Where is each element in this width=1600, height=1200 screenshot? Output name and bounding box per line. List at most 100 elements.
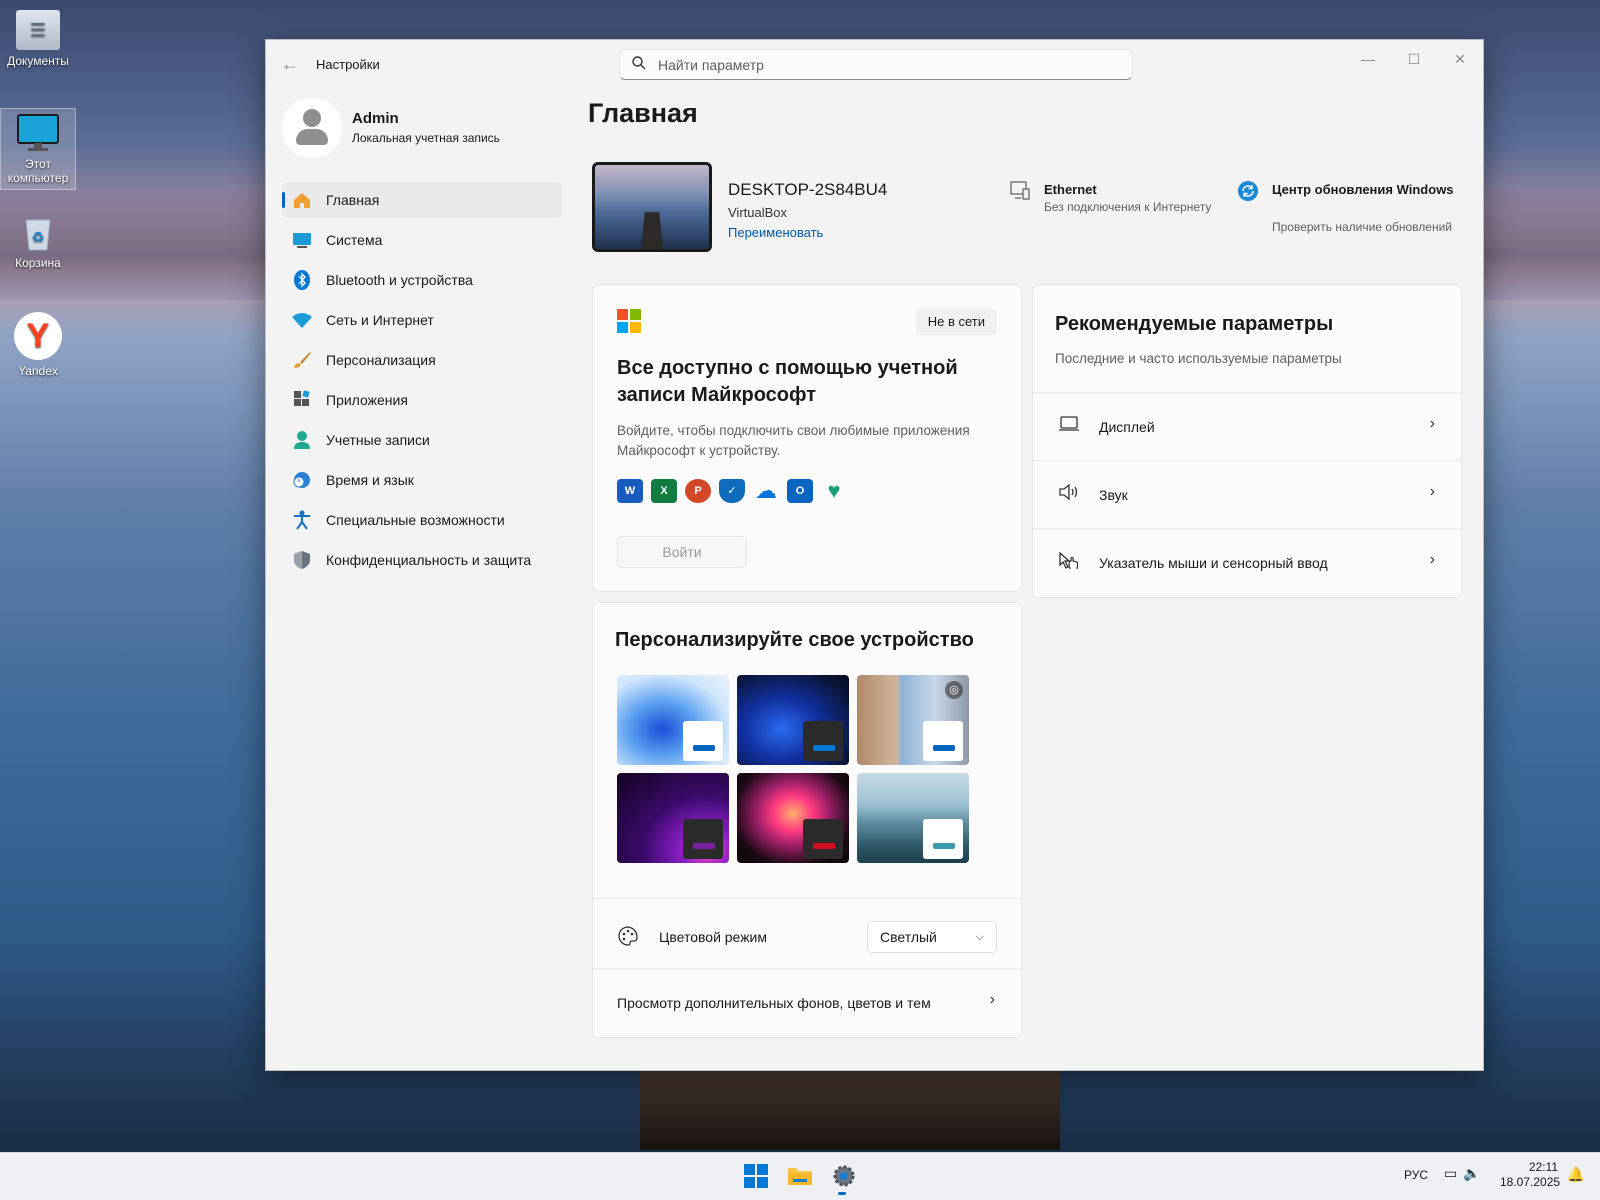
sidebar-item-home[interactable]: Главная	[282, 182, 562, 218]
recommended-settings-card: Рекомендуемые параметры Последние и част…	[1032, 284, 1462, 598]
chevron-right-icon: ›	[1429, 551, 1435, 568]
desktop-icon-label: Этот компьютер	[7, 157, 69, 185]
chevron-down-icon: ⌵	[975, 931, 984, 943]
sidebar-item-label: Сеть и Интернет	[326, 312, 434, 328]
sidebar-item-bluetooth[interactable]: Bluetooth и устройства	[282, 262, 562, 298]
system-tray[interactable]: ▭🔈	[1444, 1165, 1487, 1182]
desktop-icon-recycle-bin[interactable]: ♻ Корзина	[0, 212, 76, 270]
gear-icon	[833, 1165, 855, 1187]
avatar-head	[303, 109, 321, 127]
theme-windows-dark[interactable]	[737, 675, 849, 765]
sidebar-item-network[interactable]: Сеть и Интернет	[282, 302, 562, 338]
notification-bell-icon[interactable]: 🔔	[1567, 1166, 1584, 1183]
outlook-icon: O	[787, 479, 813, 503]
recommended-subtitle: Последние и часто используемые параметры	[1055, 351, 1342, 366]
ethernet-icon	[1008, 180, 1032, 204]
theme-preview-window	[803, 721, 843, 761]
input-language[interactable]: РУС	[1404, 1168, 1428, 1182]
volume-tray-icon[interactable]: 🔈	[1463, 1165, 1486, 1181]
network-status[interactable]: Ethernet Без подключения к Интернету	[1008, 180, 1228, 230]
theme-glow[interactable]	[617, 773, 729, 863]
signin-button[interactable]: Войти	[617, 536, 747, 568]
desktop-icon-documents[interactable]: ☰ Документы	[0, 10, 76, 68]
documents-folder-icon: ☰	[16, 10, 60, 50]
desktop-icon-label: Корзина	[15, 256, 61, 270]
powerpoint-icon: P	[685, 479, 711, 503]
maximize-icon[interactable]: ☐	[1391, 44, 1437, 74]
more-themes-link: Просмотр дополнительных фонов, цветов и …	[617, 995, 931, 1011]
theme-captured-motion[interactable]	[737, 773, 849, 863]
recommended-item-display[interactable]: Дисплей ›	[1033, 392, 1461, 460]
home-icon	[292, 190, 312, 210]
more-themes-row[interactable]: Просмотр дополнительных фонов, цветов и …	[593, 969, 1021, 1038]
sync-icon	[1236, 180, 1260, 204]
accessibility-icon	[292, 510, 312, 530]
sidebar-item-privacy[interactable]: Конфиденциальность и защита	[282, 542, 562, 578]
update-subtitle: Проверить наличие обновлений	[1272, 220, 1452, 234]
minimize-icon[interactable]: —	[1345, 44, 1391, 74]
family-icon: ♥	[827, 478, 841, 503]
divider	[593, 898, 1021, 899]
personalize-heading: Персонализируйте свое устройство	[615, 629, 974, 651]
sidebar-item-time-language[interactable]: Время и язык	[282, 462, 562, 498]
wifi-icon	[292, 310, 312, 330]
sidebar-item-label: Главная	[326, 192, 380, 208]
sidebar-item-system[interactable]: Система	[282, 222, 562, 258]
chevron-right-icon: ›	[1429, 483, 1435, 500]
ms-app-icons: W X P ✓ ☁ O ♥	[617, 479, 855, 503]
user-profile[interactable]: Admin Локальная учетная запись	[282, 98, 552, 160]
search-box[interactable]	[619, 49, 1133, 80]
desktop-icon-this-pc[interactable]: Этот компьютер	[0, 108, 76, 190]
theme-windows-light[interactable]	[617, 675, 729, 765]
recommended-heading: Рекомендуемые параметры	[1055, 313, 1334, 335]
sidebar-item-personalization[interactable]: Персонализация	[282, 342, 562, 378]
this-pc-icon	[16, 113, 60, 153]
bluetooth-icon	[292, 270, 312, 290]
brush-icon	[292, 350, 312, 370]
theme-flow[interactable]	[857, 773, 969, 863]
time-language-icon	[292, 470, 312, 490]
file-explorer-taskbar-button[interactable]	[784, 1160, 816, 1192]
theme-spotlight[interactable]: ◎	[857, 675, 969, 765]
sidebar-item-accounts[interactable]: Учетные записи	[282, 422, 562, 458]
windows-update-status[interactable]: Центр обновления Windows Проверить налич…	[1236, 180, 1466, 240]
network-title: Ethernet	[1044, 182, 1097, 197]
back-arrow-icon[interactable]: ←	[278, 52, 302, 76]
search-input[interactable]	[658, 56, 1098, 73]
avatar	[282, 98, 342, 158]
recommended-item-label: Звук	[1099, 487, 1128, 503]
theme-preview-window	[923, 721, 963, 761]
search-icon	[632, 56, 646, 73]
system-icon	[292, 230, 312, 250]
desktop-icon-yandex[interactable]: Y Yandex	[0, 312, 76, 378]
sidebar-item-label: Время и язык	[326, 472, 414, 488]
active-app-indicator	[838, 1192, 846, 1195]
start-button[interactable]	[740, 1160, 772, 1192]
recommended-item-mouse-touch[interactable]: Указатель мыши и сенсорный ввод ›	[1033, 528, 1461, 596]
defender-icon: ✓	[719, 479, 745, 503]
microsoft-logo-icon	[617, 309, 641, 333]
theme-preview-window	[683, 721, 723, 761]
ms-account-heading: Все доступно с помощью учетной записи Ма…	[617, 357, 958, 406]
ms-account-description: Войдите, чтобы подключить свои любимые п…	[617, 423, 970, 458]
avatar-body	[296, 129, 328, 145]
sidebar-item-label: Учетные записи	[326, 432, 430, 448]
offline-badge: Не в сети	[915, 309, 997, 335]
recommended-item-sound[interactable]: Звук ›	[1033, 460, 1461, 528]
color-mode-select[interactable]: Светлый ⌵	[867, 921, 997, 953]
close-icon[interactable]: ✕	[1437, 44, 1483, 74]
clock[interactable]: 22:11 18.07.2025	[1500, 1160, 1560, 1190]
sidebar-item-apps[interactable]: Приложения	[282, 382, 562, 418]
accounts-icon	[292, 430, 312, 450]
theme-preview-window	[803, 819, 843, 859]
color-mode-label: Цветовой режим	[659, 929, 768, 945]
desktop-icon-label: Документы	[7, 54, 69, 68]
recycle-bin-icon: ♻	[16, 212, 60, 252]
sidebar-item-label: Система	[326, 232, 383, 248]
settings-taskbar-button[interactable]	[828, 1160, 860, 1192]
sidebar-item-accessibility[interactable]: Специальные возможности	[282, 502, 562, 538]
network-tray-icon[interactable]: ▭	[1444, 1165, 1463, 1181]
rename-link[interactable]: Переименовать	[728, 225, 823, 240]
settings-window: ← Настройки — ☐ ✕ Admin Локальная учетна…	[265, 39, 1484, 1071]
profile-account-type: Локальная учетная запись	[352, 131, 500, 145]
